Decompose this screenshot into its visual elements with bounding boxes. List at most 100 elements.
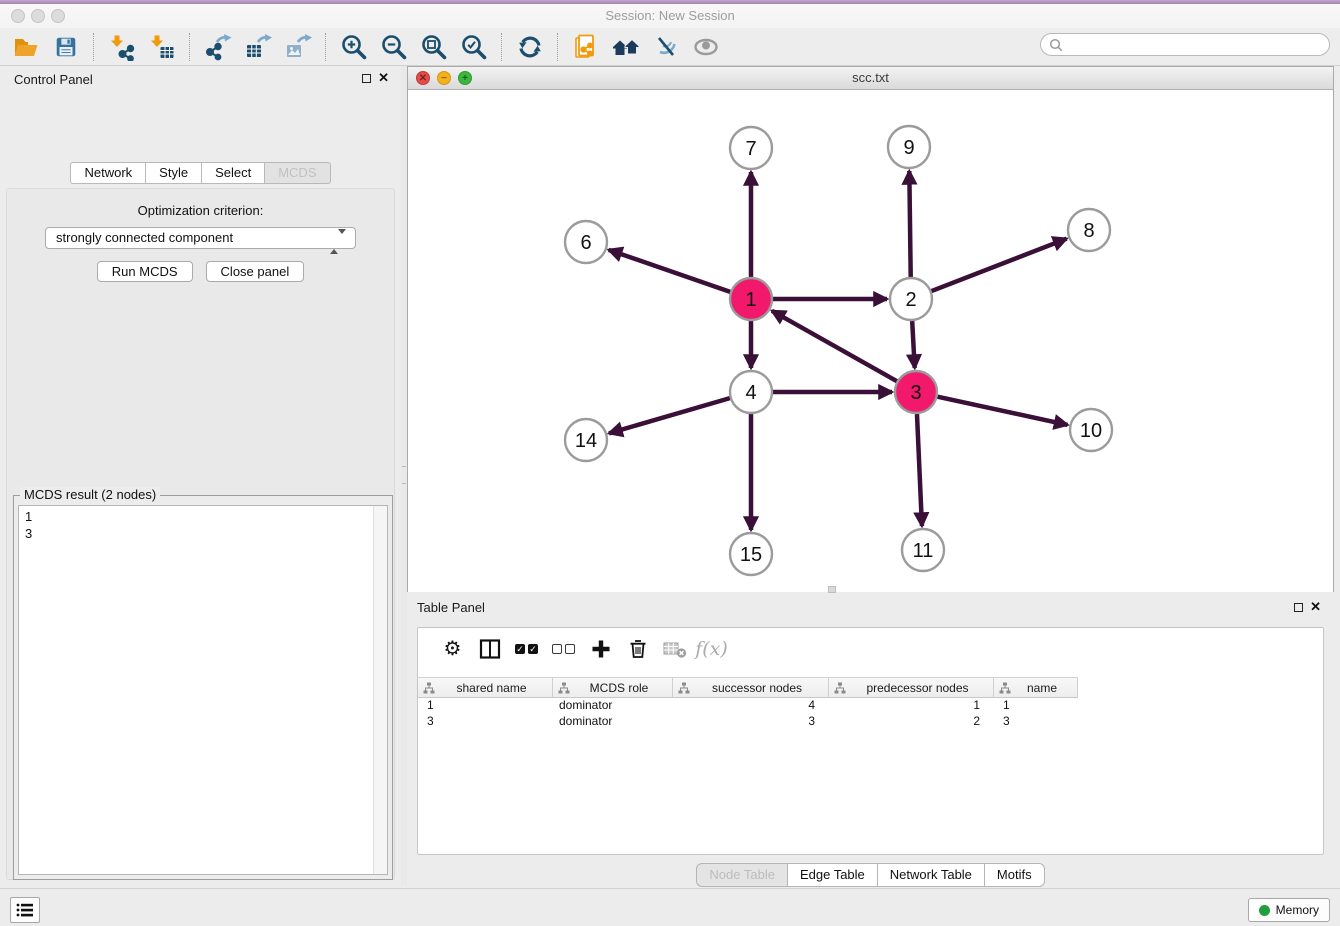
run-mcds-button[interactable]: Run MCDS — [97, 261, 193, 282]
column-header-MCDS-role[interactable]: MCDS role — [553, 678, 673, 697]
mcds-result-area[interactable]: 1 3 — [18, 505, 388, 875]
close-panel-button-mcds[interactable]: Close panel — [206, 261, 305, 282]
graph-node-9[interactable]: 9 — [888, 126, 930, 168]
graph-node-14[interactable]: 14 — [565, 419, 607, 461]
graph-edge-2-3[interactable] — [912, 321, 915, 368]
deselect-all-button[interactable] — [545, 632, 582, 666]
table-tab-network-table[interactable]: Network Table — [878, 863, 985, 887]
close-table-panel-button[interactable]: ✕ — [1310, 600, 1321, 614]
export-table-button[interactable] — [238, 31, 278, 63]
table-tab-node-table[interactable]: Node Table — [696, 863, 788, 887]
column-header-name[interactable]: name — [994, 678, 1078, 697]
table-cell[interactable]: dominator — [553, 713, 673, 729]
table-tab-edge-table[interactable]: Edge Table — [788, 863, 878, 887]
svg-text:15: 15 — [740, 544, 762, 566]
delete-table-icon — [663, 639, 687, 659]
table-tab-motifs[interactable]: Motifs — [985, 863, 1045, 887]
close-panel-button[interactable]: ✕ — [378, 71, 389, 85]
show-column-icon — [479, 638, 501, 660]
graph-node-6[interactable]: 6 — [565, 221, 607, 263]
network-window: ✕ − + scc.txt 7 9 6 8 1 2 4 3 14 10 15 11 — [407, 66, 1334, 592]
table-settings-button[interactable]: ⚙ — [434, 632, 471, 666]
graph-edge-3-1[interactable] — [772, 311, 897, 381]
open-session-button[interactable] — [6, 31, 46, 63]
table-panel: Table Panel ✕ ⚙ ✓✓ — [407, 594, 1334, 886]
export-network-button[interactable] — [198, 31, 238, 63]
column-header-successor-nodes[interactable]: successor nodes — [673, 678, 829, 697]
search-input[interactable] — [1068, 37, 1329, 53]
function-builder-button[interactable]: f(x) — [693, 632, 730, 666]
table-cell[interactable]: 4 — [673, 697, 829, 713]
tab-select[interactable]: Select — [202, 162, 265, 184]
tab-mcds[interactable]: MCDS — [265, 162, 330, 184]
graph-edge-3-11[interactable] — [917, 414, 922, 526]
graph-edge-4-14[interactable] — [609, 398, 730, 433]
table-cell[interactable]: 3 — [994, 713, 1078, 729]
splitter-grip[interactable] — [402, 466, 406, 484]
gear-icon: ⚙ — [444, 639, 462, 659]
result-scrollbar[interactable] — [373, 506, 387, 874]
first-neighbors-button[interactable] — [606, 31, 646, 63]
apply-layout-button[interactable] — [510, 31, 550, 63]
table-cell[interactable]: 1 — [829, 697, 994, 713]
eye-button[interactable] — [686, 31, 726, 63]
delete-table-button[interactable] — [656, 632, 693, 666]
tab-style[interactable]: Style — [146, 162, 202, 184]
float-panel-button[interactable] — [362, 74, 371, 83]
optimization-criterion-select[interactable]: strongly connected component — [45, 227, 356, 249]
show-column-button[interactable] — [471, 632, 508, 666]
table-cell[interactable]: 1 — [994, 697, 1078, 713]
table-cell[interactable]: dominator — [553, 697, 673, 713]
graph-node-1[interactable]: 1 — [730, 278, 772, 320]
graph-node-8[interactable]: 8 — [1068, 209, 1110, 251]
import-table-button[interactable] — [142, 31, 182, 63]
svg-text:10: 10 — [1080, 420, 1102, 442]
export-image-button[interactable] — [278, 31, 318, 63]
status-bar: Memory — [0, 888, 1340, 926]
table-cell[interactable]: 3 — [418, 713, 553, 729]
delete-row-button[interactable] — [619, 632, 656, 666]
zoom-selected-button[interactable] — [454, 31, 494, 63]
graph-node-7[interactable]: 7 — [730, 127, 772, 169]
add-row-button[interactable] — [582, 632, 619, 666]
graph-edge-1-6[interactable] — [609, 250, 731, 292]
import-network-button[interactable] — [102, 31, 142, 63]
hide-graphics-button[interactable] — [646, 31, 686, 63]
memory-button[interactable]: Memory — [1248, 898, 1330, 922]
column-header-shared-name[interactable]: shared name — [418, 678, 553, 697]
graph-node-15[interactable]: 15 — [730, 533, 772, 575]
export-network-icon — [204, 33, 232, 61]
task-history-button[interactable] — [10, 897, 40, 923]
graph-node-10[interactable]: 10 — [1070, 409, 1112, 451]
column-header-predecessor-nodes[interactable]: predecessor nodes — [829, 678, 994, 697]
table-row[interactable]: 3dominator323 — [418, 713, 1323, 729]
table-row[interactable]: 1dominator411 — [418, 697, 1323, 713]
graph-edge-2-8[interactable] — [932, 239, 1067, 291]
network-from-selection-button[interactable] — [566, 31, 606, 63]
eye-icon — [692, 33, 720, 61]
table-cell[interactable]: 3 — [673, 713, 829, 729]
network-graph[interactable]: 7 9 6 8 1 2 4 3 14 10 15 11 — [408, 90, 1333, 592]
table-cell[interactable]: 1 — [418, 697, 553, 713]
toolbar-separator — [557, 33, 559, 61]
tab-network[interactable]: Network — [70, 162, 146, 184]
select-all-button[interactable]: ✓✓ — [508, 632, 545, 666]
zoom-out-button[interactable] — [374, 31, 414, 63]
graph-node-2[interactable]: 2 — [890, 278, 932, 320]
graph-edge-2-9[interactable] — [909, 171, 910, 277]
graph-edge-3-10[interactable] — [937, 397, 1067, 425]
graph-node-3[interactable]: 3 — [895, 371, 937, 413]
graph-node-11[interactable]: 11 — [902, 529, 944, 571]
zoom-in-button[interactable] — [334, 31, 374, 63]
zoom-fit-button[interactable] — [414, 31, 454, 63]
network-window-grip[interactable] — [828, 586, 836, 593]
network-window-titlebar[interactable]: ✕ − + scc.txt — [408, 67, 1333, 90]
window-title: Session: New Session — [0, 4, 1340, 28]
graph-node-4[interactable]: 4 — [730, 371, 772, 413]
control-panel-title: Control Panel — [14, 72, 93, 87]
float-table-panel-button[interactable] — [1294, 603, 1303, 612]
save-session-button[interactable] — [46, 31, 86, 63]
open-session-icon — [12, 33, 40, 61]
table-cell[interactable]: 2 — [829, 713, 994, 729]
network-canvas[interactable]: 7 9 6 8 1 2 4 3 14 10 15 11 — [408, 90, 1333, 592]
